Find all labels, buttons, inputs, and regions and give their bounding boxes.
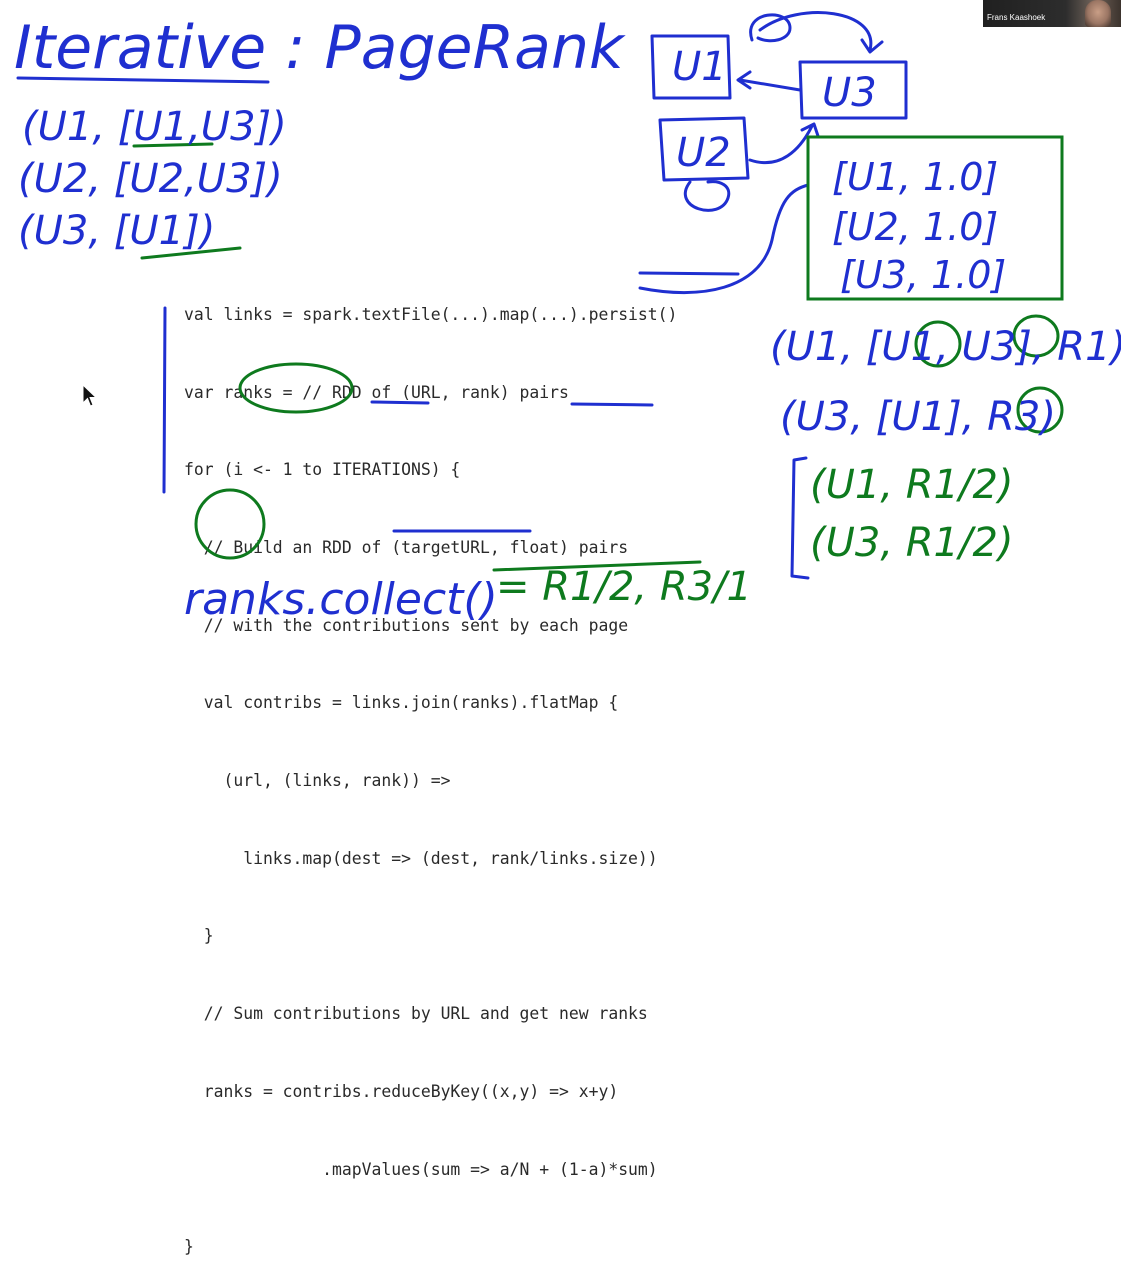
code-line: .mapValues(sum => a/N + (1-a)*sum) [184, 1159, 658, 1179]
code-line: // Sum contributions by URL and get new … [184, 1004, 648, 1024]
rank-box-line-1: [U1, 1.0] [832, 155, 998, 199]
circle-ranks [194, 488, 266, 560]
join-result-1: (U1, [U1, U3], R1) [770, 324, 1121, 370]
collect-result: = R1/2, R3/1 [496, 564, 752, 610]
flatmap-underline [570, 402, 654, 407]
graph-node-u1: U1 [672, 44, 727, 90]
code-line: } [184, 1237, 194, 1257]
participant-avatar [1085, 0, 1111, 27]
mouse-cursor-icon [82, 384, 98, 407]
participant-name: Frans Kaashoek [987, 13, 1046, 22]
code-line: val contribs = links.join(ranks).flatMap… [184, 693, 619, 713]
contrib-line-1: (U1, R1/2) [810, 462, 1014, 508]
edge-u1-u3 [758, 11, 884, 54]
participant-video-thumbnail[interactable]: Frans Kaashoek [983, 0, 1121, 27]
contrib-bracket [790, 456, 810, 580]
code-line: links.map(dest => (dest, rank/links.size… [184, 848, 658, 868]
edge-u3-u1 [736, 70, 802, 92]
links-line-1: (U1, [U1,U3]) [22, 104, 287, 150]
title-handwriting: Iterative : PageRank [14, 13, 626, 83]
links-line-2: (U2, [U2,U3]) [18, 156, 283, 202]
links-line-3: (U3, [U1]) [18, 208, 215, 254]
circle-contribs [238, 362, 354, 414]
code-line: } [184, 926, 214, 946]
annotation-ink-layer: Iterative : PageRank (U1, [U1,U3]) (U2, … [14, 11, 1121, 625]
code-line: (url, (links, rank)) => [184, 771, 451, 791]
edge-u2-self [683, 180, 731, 212]
contrib-line-2: (U3, R1/2) [810, 520, 1014, 566]
ranks-arrow [638, 183, 810, 295]
rank-box-line-3: [U3, 1.0] [840, 253, 1006, 297]
loop-bar [162, 306, 167, 494]
graph-node-u3: U3 [822, 70, 877, 116]
persist-underline [638, 271, 740, 276]
collect-handwriting: ranks.collect() [184, 574, 498, 625]
code-line: ranks = contribs.reduceByKey((x,y) => x+… [184, 1081, 619, 1101]
graph-node-u2: U2 [676, 130, 731, 176]
links-underline [370, 400, 430, 405]
join-result-2: (U3, [U1], R3) [780, 394, 1056, 440]
rank-box-line-2: [U2, 1.0] [832, 205, 998, 249]
